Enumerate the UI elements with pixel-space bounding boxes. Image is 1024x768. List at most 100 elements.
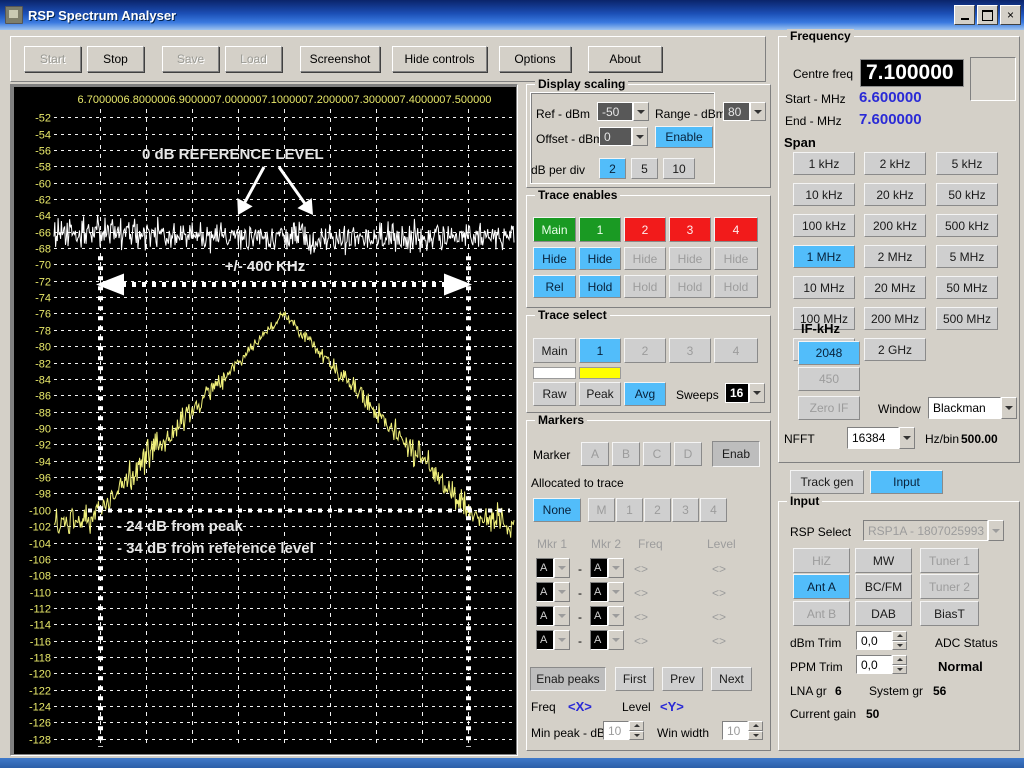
- input-dab-button[interactable]: DAB: [855, 601, 912, 626]
- trace-color-swatch-main[interactable]: [533, 367, 576, 379]
- marker-row-3-mkr1[interactable]: A: [536, 606, 554, 626]
- first-peak-button[interactable]: First: [615, 667, 654, 691]
- span-5mhz-button[interactable]: 5 MHz: [936, 245, 998, 268]
- ppm-trim-value[interactable]: 0,0: [856, 655, 892, 674]
- input-hiz-button[interactable]: HiZ: [793, 548, 850, 573]
- next-peak-button[interactable]: Next: [711, 667, 752, 691]
- trace-hide-main[interactable]: Hide: [533, 247, 576, 270]
- db-per-div-10-button[interactable]: 10: [663, 158, 695, 179]
- dbm-trim-spinner[interactable]: [892, 631, 907, 650]
- input-tuner2-button[interactable]: Tuner 2: [920, 574, 979, 599]
- marker-d-button[interactable]: D: [674, 442, 702, 466]
- span-200khz-button[interactable]: 200 kHz: [864, 214, 926, 237]
- freq-preview-box[interactable]: [970, 57, 1016, 101]
- ref-dbm-value[interactable]: -50: [597, 102, 633, 121]
- close-button[interactable]: ×: [1000, 5, 1021, 25]
- trace-select-1[interactable]: 1: [579, 338, 621, 363]
- min-peak-value[interactable]: 10: [603, 721, 629, 740]
- allocated-m-button[interactable]: M: [588, 498, 615, 522]
- window-dropdown[interactable]: [1001, 397, 1017, 419]
- range-dbm-dropdown[interactable]: [750, 102, 766, 121]
- range-dbm-value[interactable]: 80: [723, 102, 750, 121]
- allocated-2-button[interactable]: 2: [644, 498, 671, 522]
- ppm-trim-spinner[interactable]: [892, 655, 907, 674]
- if-450-button[interactable]: 450: [798, 367, 860, 391]
- trace-hide-1[interactable]: Hide: [579, 247, 621, 270]
- span-200mhz-button[interactable]: 200 MHz: [864, 307, 926, 330]
- input-mw-button[interactable]: MW: [855, 548, 912, 573]
- trace-mode-raw[interactable]: Raw: [533, 382, 576, 406]
- stop-button[interactable]: Stop: [87, 46, 144, 72]
- load-button[interactable]: Load: [225, 46, 282, 72]
- if-2048-button[interactable]: 2048: [798, 341, 860, 365]
- trace-hide-3[interactable]: Hide: [669, 247, 711, 270]
- sweeps-dropdown[interactable]: [749, 383, 765, 403]
- prev-peak-button[interactable]: Prev: [662, 667, 703, 691]
- input-tuner1-button[interactable]: Tuner 1: [920, 548, 979, 573]
- trace-color-swatch-1[interactable]: [579, 367, 621, 379]
- allocated-none-button[interactable]: None: [533, 498, 581, 522]
- zero-if-button[interactable]: Zero IF: [798, 396, 860, 420]
- trace-enable-3[interactable]: 3: [669, 217, 711, 242]
- input-ant-b-button[interactable]: Ant B: [793, 601, 850, 626]
- screenshot-button[interactable]: Screenshot: [300, 46, 380, 72]
- rsp-select-value[interactable]: RSP1A - 1807025993: [863, 520, 988, 541]
- offset-enable-button[interactable]: Enable: [655, 126, 713, 148]
- trace-enable-main[interactable]: Main: [533, 217, 576, 242]
- window-value[interactable]: Blackman: [928, 397, 1001, 419]
- span-20mhz-button[interactable]: 20 MHz: [864, 276, 926, 299]
- min-peak-spinner[interactable]: [629, 721, 644, 740]
- nfft-value[interactable]: 16384: [847, 427, 899, 449]
- marker-row-4-mkr1[interactable]: A: [536, 630, 554, 650]
- trace-enable-2[interactable]: 2: [624, 217, 666, 242]
- save-button[interactable]: Save: [162, 46, 219, 72]
- hide-controls-button[interactable]: Hide controls: [392, 46, 487, 72]
- marker-row-3-mkr2[interactable]: A: [590, 606, 608, 626]
- marker-row-1-mkr2-dropdown[interactable]: [608, 558, 624, 578]
- allocated-1-button[interactable]: 1: [616, 498, 643, 522]
- marker-row-3-mkr1-dropdown[interactable]: [554, 606, 570, 626]
- trace-hide-2[interactable]: Hide: [624, 247, 666, 270]
- marker-a-button[interactable]: A: [581, 442, 609, 466]
- allocated-4-button[interactable]: 4: [700, 498, 727, 522]
- trace-select-4[interactable]: 4: [714, 338, 758, 363]
- span-10khz-button[interactable]: 10 kHz: [793, 183, 855, 206]
- input-bcfm-button[interactable]: BC/FM: [855, 574, 912, 599]
- span-2mhz-button[interactable]: 2 MHz: [864, 245, 926, 268]
- trace-mode-peak[interactable]: Peak: [579, 382, 621, 406]
- marker-b-button[interactable]: B: [612, 442, 640, 466]
- nfft-dropdown[interactable]: [899, 427, 915, 449]
- span-50mhz-button[interactable]: 50 MHz: [936, 276, 998, 299]
- minimize-button[interactable]: [954, 5, 975, 25]
- trace-hold-2[interactable]: Hold: [624, 275, 666, 298]
- trace-rel-main[interactable]: Rel: [533, 275, 576, 298]
- trace-hold-1[interactable]: Hold: [579, 275, 621, 298]
- input-tab[interactable]: Input: [870, 470, 943, 494]
- input-biast-button[interactable]: BiasT: [920, 601, 979, 626]
- trace-select-3[interactable]: 3: [669, 338, 711, 363]
- span-100khz-button[interactable]: 100 kHz: [793, 214, 855, 237]
- maximize-button[interactable]: [977, 5, 998, 25]
- rsp-select-dropdown[interactable]: [988, 520, 1004, 541]
- offset-dbm-value[interactable]: 0: [599, 127, 632, 146]
- allocated-3-button[interactable]: 3: [672, 498, 699, 522]
- span-10mhz-button[interactable]: 10 MHz: [793, 276, 855, 299]
- trace-enable-1[interactable]: 1: [579, 217, 621, 242]
- marker-row-2-mkr2[interactable]: A: [590, 582, 608, 602]
- win-width-value[interactable]: 10: [722, 721, 748, 740]
- spectrum-plot[interactable]: -52 -54 -56 -58 -60 -62 -64 -66 -68 -70 -72 -74 -76 -…: [14, 87, 516, 754]
- span-20khz-button[interactable]: 20 kHz: [864, 183, 926, 206]
- marker-row-2-mkr2-dropdown[interactable]: [608, 582, 624, 602]
- marker-row-1-mkr1-dropdown[interactable]: [554, 558, 570, 578]
- trace-hold-4[interactable]: Hold: [714, 275, 758, 298]
- db-per-div-2-button[interactable]: 2: [599, 158, 626, 179]
- trace-select-2[interactable]: 2: [624, 338, 666, 363]
- trace-hold-3[interactable]: Hold: [669, 275, 711, 298]
- trace-select-main[interactable]: Main: [533, 338, 576, 363]
- options-button[interactable]: Options: [499, 46, 571, 72]
- sweeps-value[interactable]: 16: [725, 383, 749, 403]
- track-gen-tab[interactable]: Track gen: [790, 470, 864, 494]
- marker-enab-button[interactable]: Enab: [712, 441, 760, 467]
- span-2ghz-button[interactable]: 2 GHz: [864, 338, 926, 361]
- span-1mhz-button[interactable]: 1 MHz: [793, 245, 855, 268]
